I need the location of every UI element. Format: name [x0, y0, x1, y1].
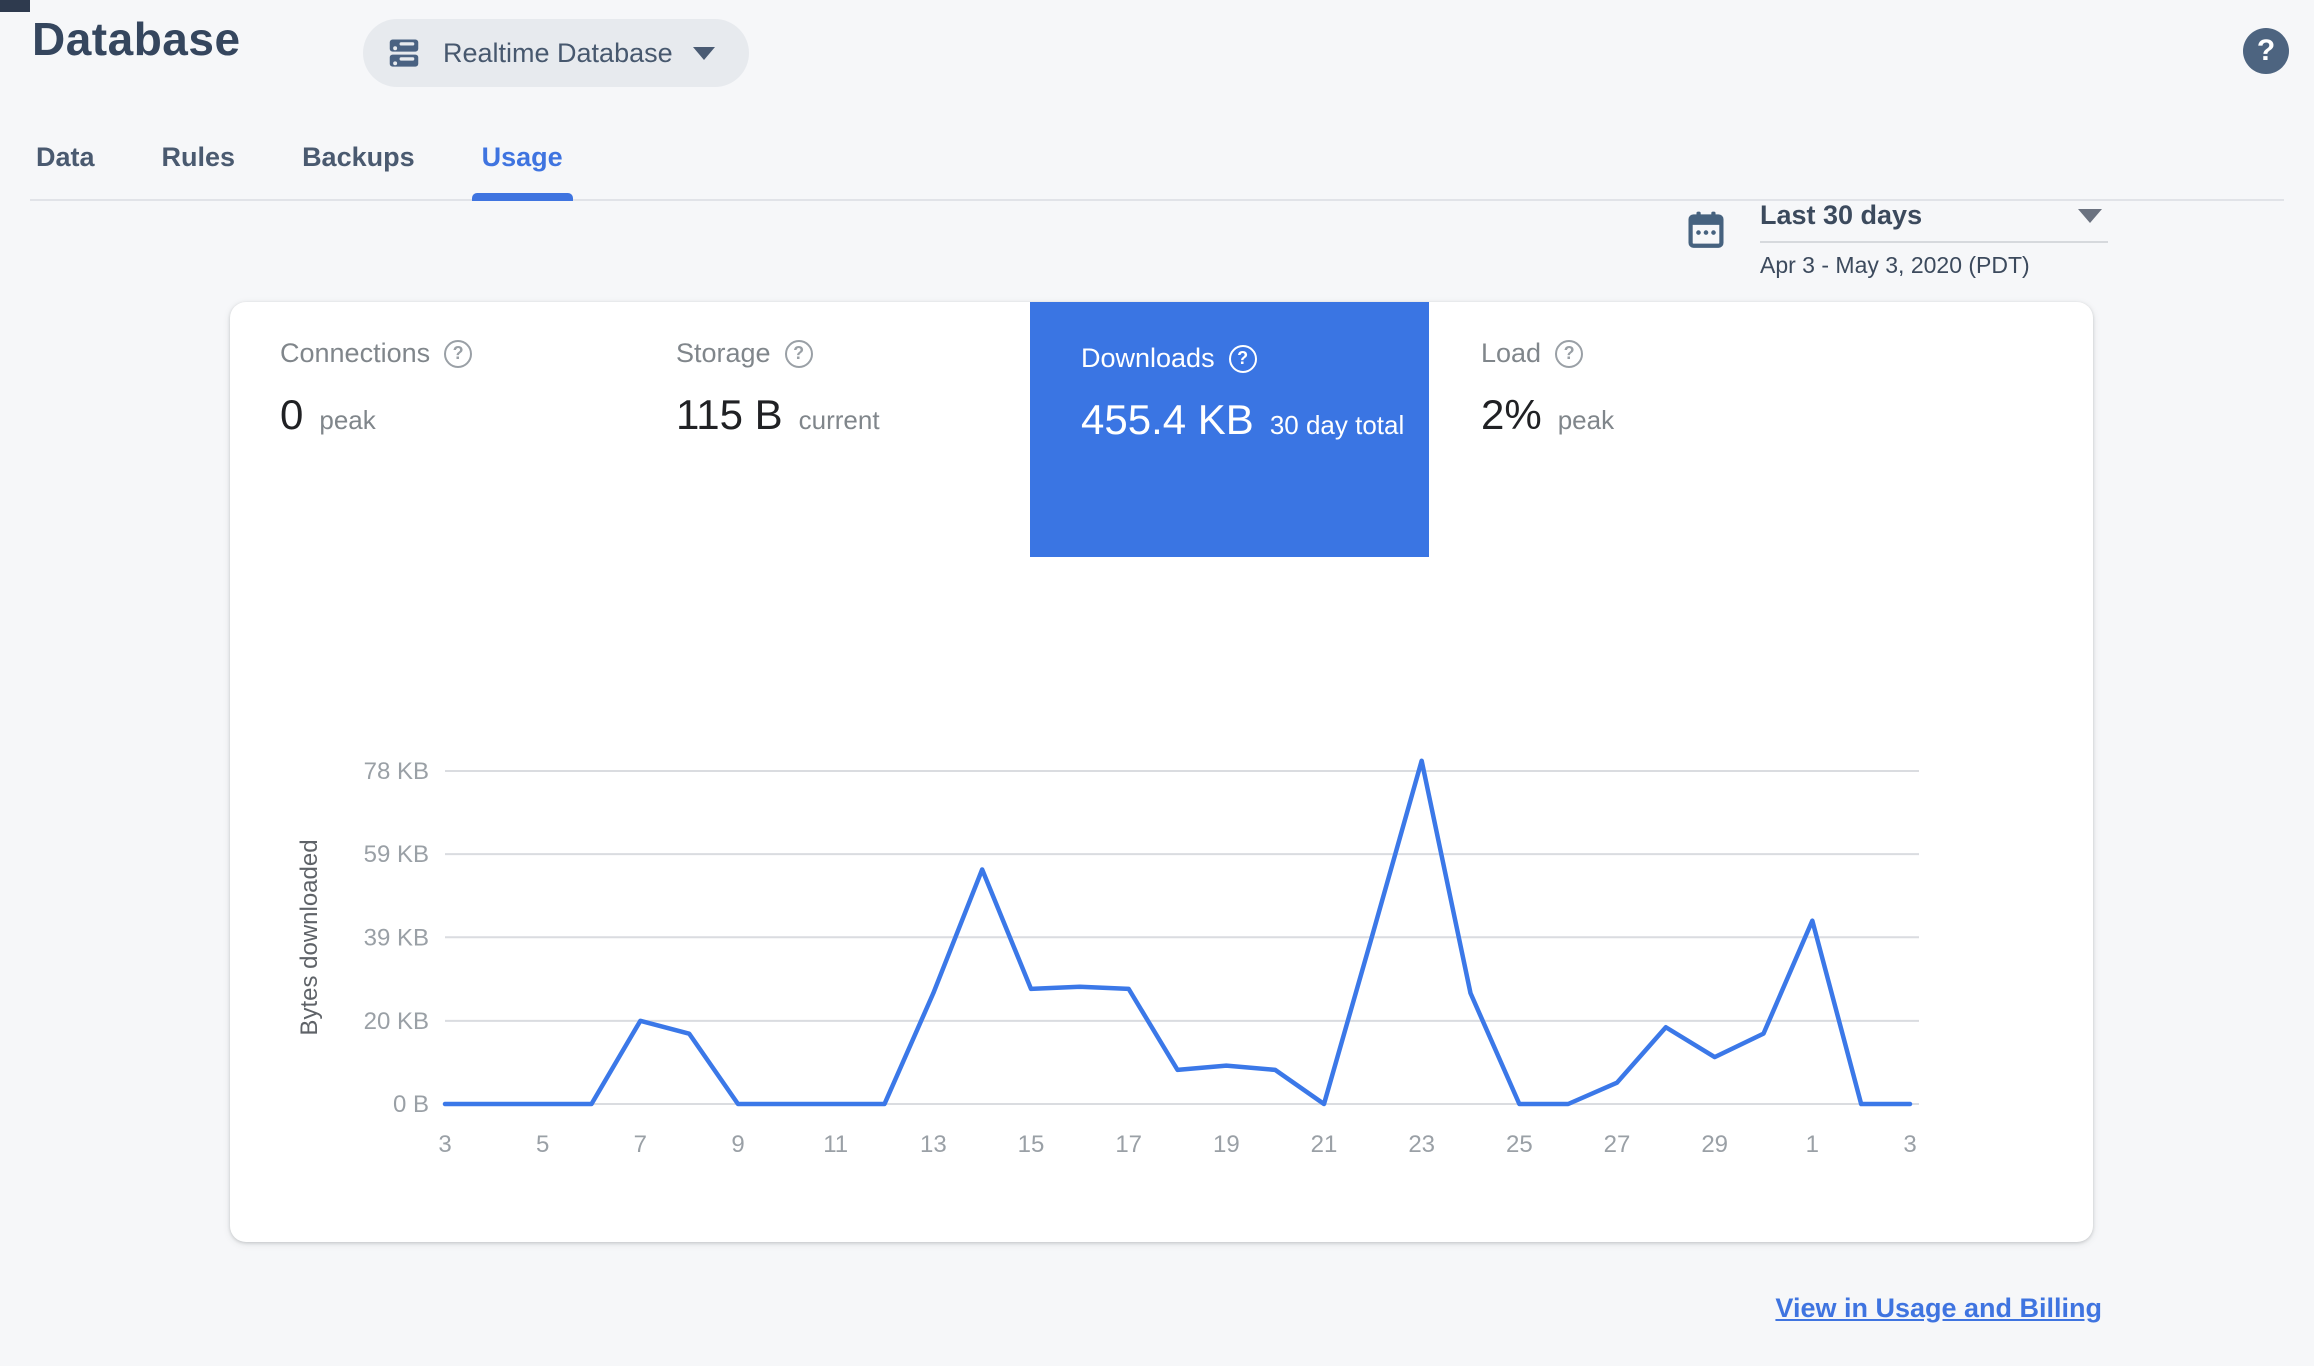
- svg-text:20 KB: 20 KB: [364, 1008, 429, 1035]
- view-usage-billing-link[interactable]: View in Usage and Billing: [1775, 1293, 2102, 1324]
- metric-unit: current: [798, 405, 880, 435]
- database-icon: [385, 33, 423, 73]
- chevron-down-icon: [692, 46, 715, 60]
- metric-value: 0: [280, 391, 304, 438]
- downloads-usage-chart[interactable]: 0 B20 KB39 KB59 KB78 KB3 5 7 9 11 13 15 17 19 21 2…: [233, 735, 1933, 1185]
- database-selector-label: Realtime Database: [443, 37, 673, 68]
- date-range-detail: Apr 3 - May 3, 2020 (PDT): [1760, 252, 2030, 278]
- svg-text:9: 9: [731, 1131, 744, 1158]
- svg-text:27: 27: [1604, 1131, 1631, 1158]
- metric-label: Storage: [676, 338, 771, 368]
- chevron-down-icon: [2078, 208, 2102, 223]
- svg-text:23: 23: [1408, 1131, 1435, 1158]
- metric-unit: peak: [1557, 405, 1615, 435]
- metric-storage[interactable]: Storage ? 115 B current: [676, 338, 880, 439]
- metric-downloads-selected[interactable]: Downloads ? 455.4 KB 30 day total: [1030, 302, 1429, 557]
- svg-text:3: 3: [1903, 1131, 1916, 1158]
- metric-label: Downloads: [1081, 343, 1215, 373]
- svg-text:21: 21: [1311, 1131, 1338, 1158]
- svg-text:Bytes downloaded: Bytes downloaded: [296, 839, 323, 1035]
- page-title: Database: [32, 13, 241, 65]
- tab-backups[interactable]: Backups: [302, 132, 415, 199]
- metric-unit: peak: [319, 405, 376, 435]
- tab-bar: Data Rules Backups Usage: [30, 132, 2284, 201]
- svg-text:0 B: 0 B: [393, 1091, 429, 1118]
- metric-unit: 30 day total: [1269, 410, 1405, 440]
- help-icon: ?: [444, 339, 473, 368]
- help-button[interactable]: ?: [2243, 28, 2289, 74]
- tab-data[interactable]: Data: [36, 132, 95, 199]
- database-selector[interactable]: Realtime Database: [363, 19, 749, 87]
- help-icon: ?: [1555, 339, 1584, 368]
- svg-text:78 KB: 78 KB: [364, 758, 429, 785]
- svg-text:39 KB: 39 KB: [364, 924, 429, 951]
- date-range-preset: Last 30 days: [1760, 200, 1923, 230]
- metric-value: 2%: [1481, 391, 1542, 438]
- svg-text:5: 5: [536, 1131, 549, 1158]
- svg-text:3: 3: [438, 1131, 451, 1158]
- svg-text:59 KB: 59 KB: [364, 841, 429, 868]
- svg-text:1: 1: [1806, 1131, 1819, 1158]
- svg-text:17: 17: [1115, 1131, 1142, 1158]
- metric-connections[interactable]: Connections ? 0 peak: [280, 338, 473, 439]
- date-range-selector[interactable]: Last 30 days Apr 3 - May 3, 2020 (PDT): [1684, 200, 2108, 279]
- tab-usage[interactable]: Usage: [471, 132, 573, 201]
- svg-text:11: 11: [823, 1131, 848, 1158]
- metric-load[interactable]: Load ? 2% peak: [1481, 338, 1614, 439]
- metric-value: 455.4 KB: [1081, 396, 1254, 443]
- calendar-icon: [1684, 206, 1728, 254]
- tab-rules[interactable]: Rules: [162, 132, 236, 199]
- svg-text:13: 13: [920, 1131, 947, 1158]
- metric-label: Load: [1481, 338, 1542, 368]
- svg-text:25: 25: [1506, 1131, 1533, 1158]
- usage-card: Connections ? 0 peak Storage ? 115 B cur…: [230, 302, 2093, 1242]
- metric-label: Connections: [280, 338, 431, 368]
- svg-text:19: 19: [1213, 1131, 1240, 1158]
- svg-text:15: 15: [1018, 1131, 1045, 1158]
- svg-text:7: 7: [634, 1131, 647, 1158]
- corner-strip: [0, 0, 30, 12]
- help-icon: ?: [784, 339, 813, 368]
- svg-text:29: 29: [1701, 1131, 1728, 1158]
- metric-value: 115 B: [676, 391, 783, 438]
- help-icon: ?: [1228, 344, 1257, 373]
